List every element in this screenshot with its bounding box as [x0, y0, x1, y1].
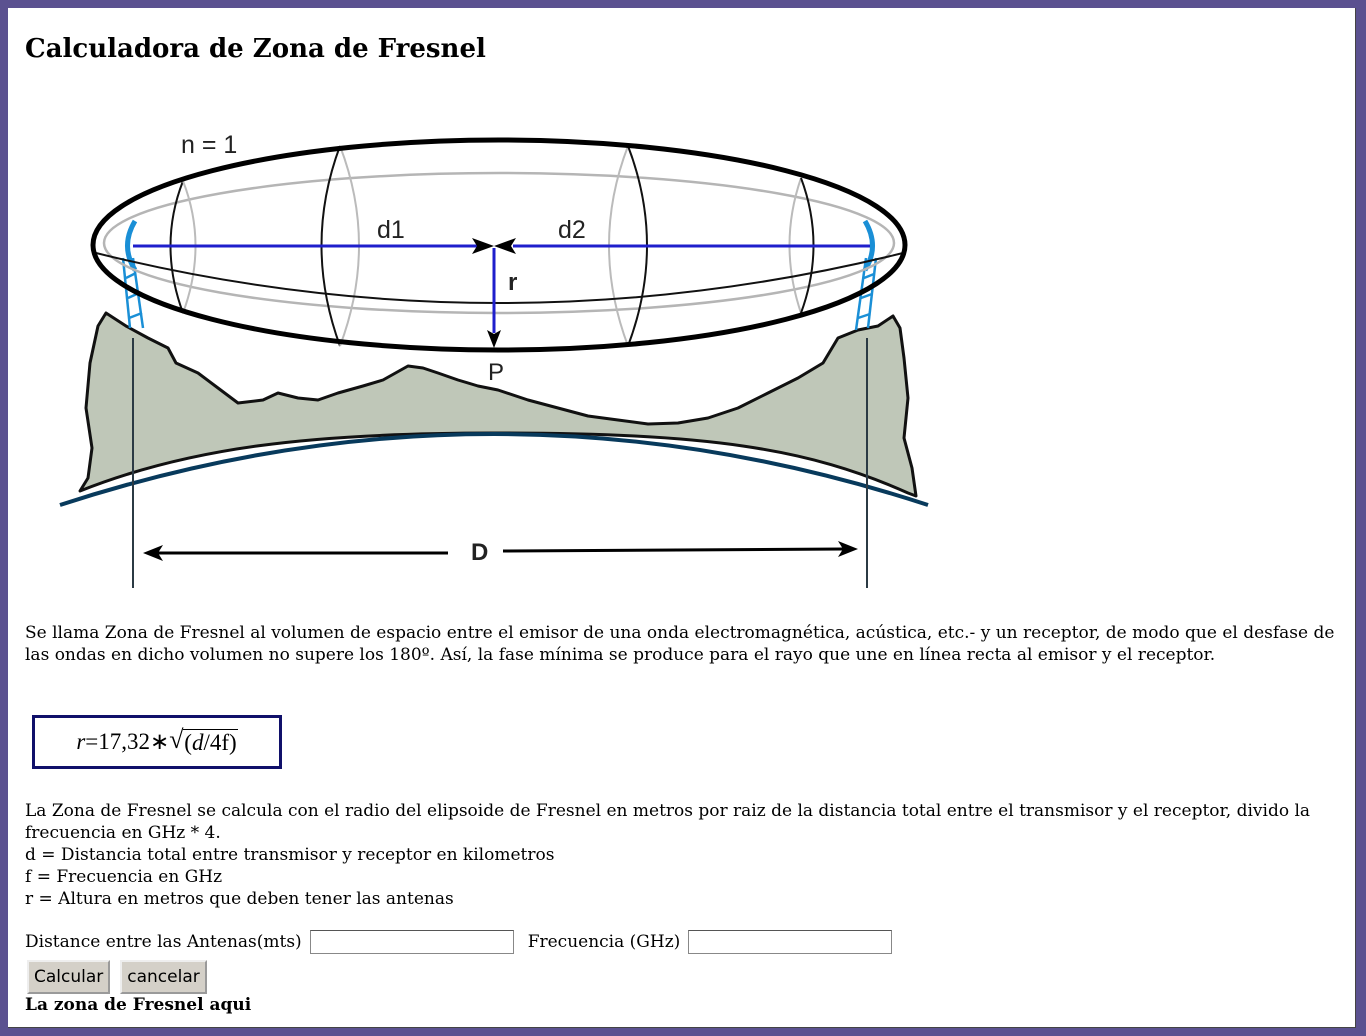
formula-sqrt: √ (d/4f): [169, 725, 238, 756]
distance-input[interactable]: [309, 930, 514, 954]
definition-f: f = Frecuencia en GHz: [25, 867, 223, 887]
arrow-d2-icon: [494, 238, 516, 254]
frequency-label: Frecuencia (GHz): [527, 932, 681, 952]
form-buttons: Calcular cancelar: [27, 960, 207, 994]
calculate-button[interactable]: Calcular: [27, 960, 111, 994]
label-d2: d2: [558, 216, 586, 244]
fresnel-zone-diagram: n = 1 d1 d2 r P D: [59, 131, 929, 588]
label-r: r: [508, 269, 517, 296]
label-d1: d1: [377, 216, 405, 244]
label-D: D: [471, 539, 488, 566]
formula-radicand: (d/4f): [183, 728, 238, 755]
distance-label: Distance entre las Antenas(mts): [25, 932, 302, 952]
explanation-block: La Zona de Fresnel se calcula con el rad…: [25, 800, 1345, 910]
formula-lhs: r: [76, 729, 86, 754]
definition-r: r = Altura en metros que deben tener las…: [25, 889, 454, 909]
intro-paragraph: Se llama Zona de Fresnel al volumen de e…: [25, 623, 1335, 665]
antenna-left-icon: [121, 219, 145, 329]
frequency-input[interactable]: [688, 930, 893, 954]
calculator-form: Distance entre las Antenas(mts) Frecuenc…: [25, 930, 898, 954]
explanation-line: La Zona de Fresnel se calcula con el rad…: [25, 801, 1311, 843]
definition-d: d = Distancia total entre transmisor y r…: [25, 845, 555, 865]
result-text: La zona de Fresnel aqui: [25, 995, 252, 1015]
page: Calculadora de Zona de Fresnel n = 1 d1 …: [8, 8, 1356, 1028]
page-title: Calculadora de Zona de Fresnel: [25, 34, 486, 64]
formula-image: r =17,32∗ √ (d/4f): [32, 715, 282, 769]
ellipse-lower-line: [95, 252, 904, 304]
label-n: n = 1: [181, 131, 237, 159]
antenna-right-icon: [854, 219, 878, 331]
label-p: P: [488, 359, 504, 386]
sqrt-icon: √: [169, 724, 184, 754]
distance-line-right: [502, 547, 844, 553]
cancel-button[interactable]: cancelar: [120, 960, 207, 994]
inner-ellipse-back: [102, 171, 896, 315]
formula-coefficient: =17,32∗: [85, 729, 170, 754]
